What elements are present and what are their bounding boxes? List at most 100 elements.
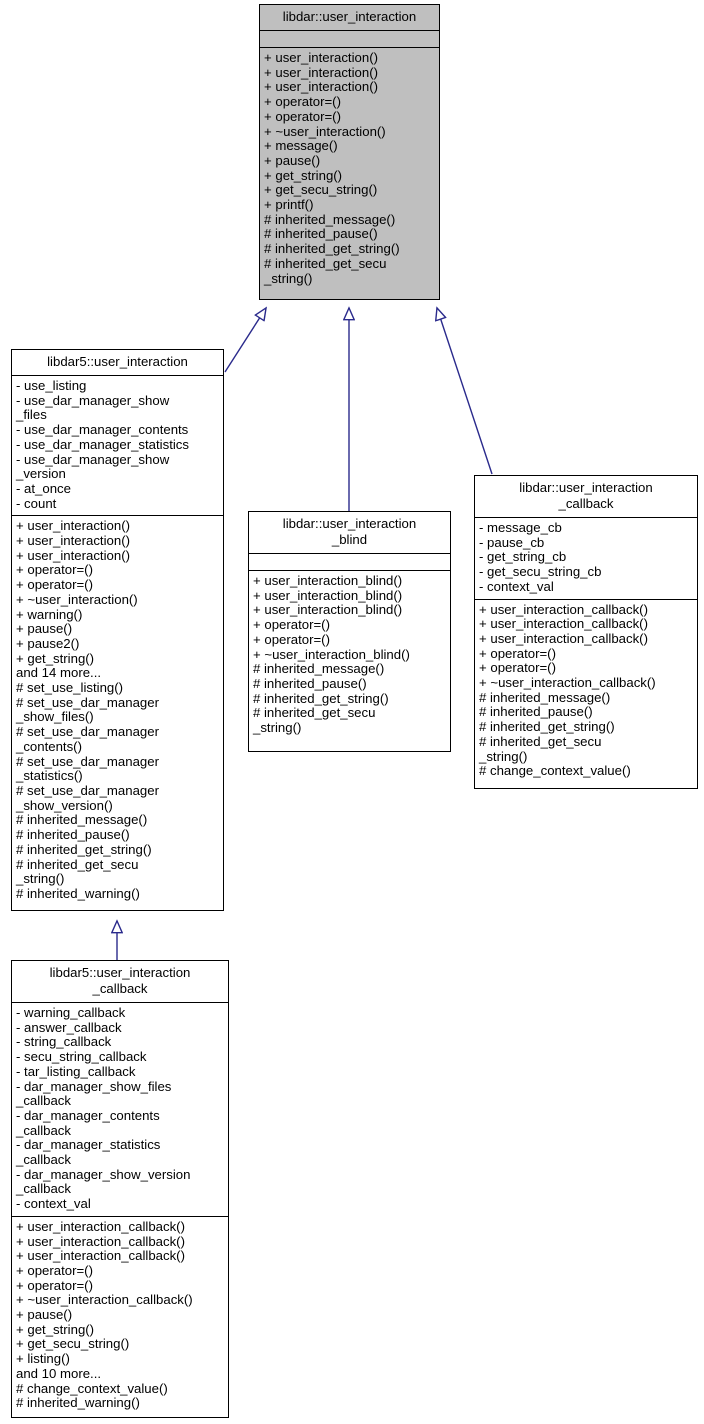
operations-compartment: + user_interaction() + user_interaction()…: [12, 516, 223, 905]
class-member: - tar_listing_callback: [16, 1063, 136, 1079]
class-member: # inherited_get_secu _string(): [264, 255, 387, 286]
operations-compartment: + user_interaction_blind() + user_interac…: [249, 571, 450, 740]
class-member: + user_interaction(): [16, 518, 130, 534]
class-title: libdar::user_interaction _blind: [282, 516, 417, 547]
class-member: # inherited_message(): [253, 661, 385, 677]
class-member: + operator=(): [16, 1262, 93, 1278]
class-member: # inherited_warning(): [16, 1395, 140, 1411]
attributes-compartment: [249, 554, 450, 570]
class-member: # inherited_pause(): [479, 704, 593, 720]
class-member: # change_context_value(): [479, 763, 631, 779]
class-node-libdar-user-interaction-blind[interactable]: libdar::user_interaction _blind + user_i…: [248, 511, 451, 752]
class-member: # inherited_get_secu _string(): [479, 733, 602, 764]
class-member: + user_interaction(): [16, 533, 130, 549]
class-member: + user_interaction_callback(): [479, 601, 648, 617]
class-member: + operator=(): [253, 631, 330, 647]
class-member: - dar_manager_show_version _callback: [16, 1166, 191, 1197]
class-member: # inherited_get_string(): [264, 241, 400, 257]
class-node-libdar-user-interaction[interactable]: libdar::user_interaction + user_interact…: [259, 4, 440, 300]
class-member: # inherited_get_string(): [253, 690, 389, 706]
class-member: + operator=(): [264, 94, 341, 110]
class-member: + operator=(): [479, 660, 556, 676]
attributes-compartment: [260, 31, 439, 47]
class-node-libdar5-user-interaction[interactable]: libdar5::user_interaction - use_listing -…: [11, 349, 224, 911]
class-member: - dar_manager_contents _callback: [16, 1107, 160, 1138]
class-member: # inherited_get_string(): [16, 841, 152, 857]
class-node-libdar-user-interaction-callback[interactable]: libdar::user_interaction _callback - mes…: [474, 475, 698, 789]
class-member: - message_cb: [479, 520, 562, 535]
class-member: - use_dar_manager_statistics: [16, 436, 189, 452]
class-member: # change_context_value(): [16, 1380, 168, 1396]
class-member: + user_interaction_blind(): [253, 602, 403, 618]
class-member: # inherited_pause(): [264, 226, 378, 242]
class-title: libdar5::user_interaction: [47, 354, 188, 369]
class-member: + operator=(): [253, 617, 330, 633]
class-member: # set_use_dar_manager _statistics(): [16, 753, 159, 784]
class-member: - dar_manager_show_files _callback: [16, 1078, 172, 1109]
class-member: + operator=(): [16, 562, 93, 578]
class-member: - use_dar_manager_contents: [16, 422, 189, 438]
class-member: + get_string(): [264, 167, 343, 183]
class-member: + get_secu_string(): [16, 1336, 130, 1352]
class-member: - warning_callback: [16, 1005, 126, 1020]
class-member: + user_interaction(): [16, 547, 130, 563]
class-member: + pause(): [264, 152, 321, 168]
class-title: libdar::user_interaction: [282, 9, 417, 24]
operations-compartment: + user_interaction_callback() + user_inte…: [475, 600, 697, 783]
edge-libdar5-ui-to-base: [224, 308, 266, 373]
class-member: + get_string(): [16, 650, 95, 666]
class-member: + ~user_interaction(): [16, 591, 138, 607]
class-member: and 10 more...: [16, 1365, 102, 1381]
class-member: + ~user_interaction_callback(): [479, 675, 656, 691]
class-member: - dar_manager_statistics _callback: [16, 1137, 161, 1168]
class-member: # set_use_listing(): [16, 680, 124, 696]
class-member: + user_interaction_callback(): [479, 616, 648, 632]
attributes-compartment: - message_cb - pause_cb - get_string_cb - g…: [475, 518, 697, 599]
class-member: # inherited_get_secu _string(): [16, 856, 139, 887]
operations-compartment: + user_interaction_callback() + user_inte…: [12, 1217, 228, 1415]
class-member: + get_secu_string(): [264, 182, 378, 198]
class-member: + ~user_interaction_callback(): [16, 1292, 193, 1308]
class-member: and 14 more...: [16, 665, 102, 681]
class-member: + user_interaction_blind(): [253, 587, 403, 603]
class-node-libdar5-user-interaction-callback[interactable]: libdar5::user_interaction _callback - wa…: [11, 960, 229, 1418]
class-member: - pause_cb: [479, 534, 545, 550]
class-member: + operator=(): [264, 108, 341, 124]
class-member: # inherited_pause(): [253, 675, 367, 691]
class-member: + operator=(): [16, 577, 93, 593]
class-member: # set_use_dar_manager _show_files(): [16, 694, 159, 725]
class-member: + user_interaction_blind(): [253, 573, 403, 588]
class-member: # inherited_message(): [16, 812, 148, 828]
class-member: + pause2(): [16, 635, 80, 651]
class-member: - use_dar_manager_show _files: [16, 392, 170, 423]
edge-callback-to-base: [437, 308, 493, 475]
class-member: - get_secu_string_cb: [479, 564, 602, 580]
class-member: - get_string_cb: [479, 549, 567, 565]
class-member: # inherited_message(): [264, 211, 396, 227]
class-member: + user_interaction_callback(): [16, 1218, 185, 1234]
class-member: + operator=(): [479, 645, 556, 661]
class-member: - use_dar_manager_show _version: [16, 451, 170, 482]
class-member: # inherited_get_secu _string(): [253, 705, 376, 736]
class-member: + operator=(): [16, 1277, 93, 1293]
class-member: + user_interaction(): [264, 79, 378, 95]
class-member: + listing(): [16, 1351, 70, 1367]
class-member: # inherited_warning(): [16, 885, 140, 901]
class-member: - at_once: [16, 480, 71, 496]
class-member: + user_interaction_callback(): [479, 630, 648, 646]
class-member: # set_use_dar_manager _show_version(): [16, 782, 159, 813]
class-member: # set_use_dar_manager _contents(): [16, 724, 159, 754]
class-member: + user_interaction(): [264, 50, 378, 65]
operations-compartment: + user_interaction() + user_interaction()…: [260, 48, 439, 290]
class-member: + pause(): [16, 1307, 73, 1323]
class-member: + ~user_interaction_blind(): [253, 646, 410, 662]
class-member: + printf(): [264, 197, 314, 213]
class-member: # inherited_message(): [479, 689, 611, 705]
class-member: - context_val: [16, 1196, 91, 1212]
attributes-compartment: - warning_callback - answer_callback - str…: [12, 1003, 228, 1216]
attributes-compartment: - use_listing - use_dar_manager_show _fil…: [12, 376, 223, 515]
class-member: + user_interaction_callback(): [16, 1233, 185, 1249]
uml-class-diagram: libdar::user_interaction + user_interact…: [0, 0, 704, 1424]
class-member: + pause(): [16, 621, 73, 637]
class-member: + message(): [264, 138, 338, 154]
